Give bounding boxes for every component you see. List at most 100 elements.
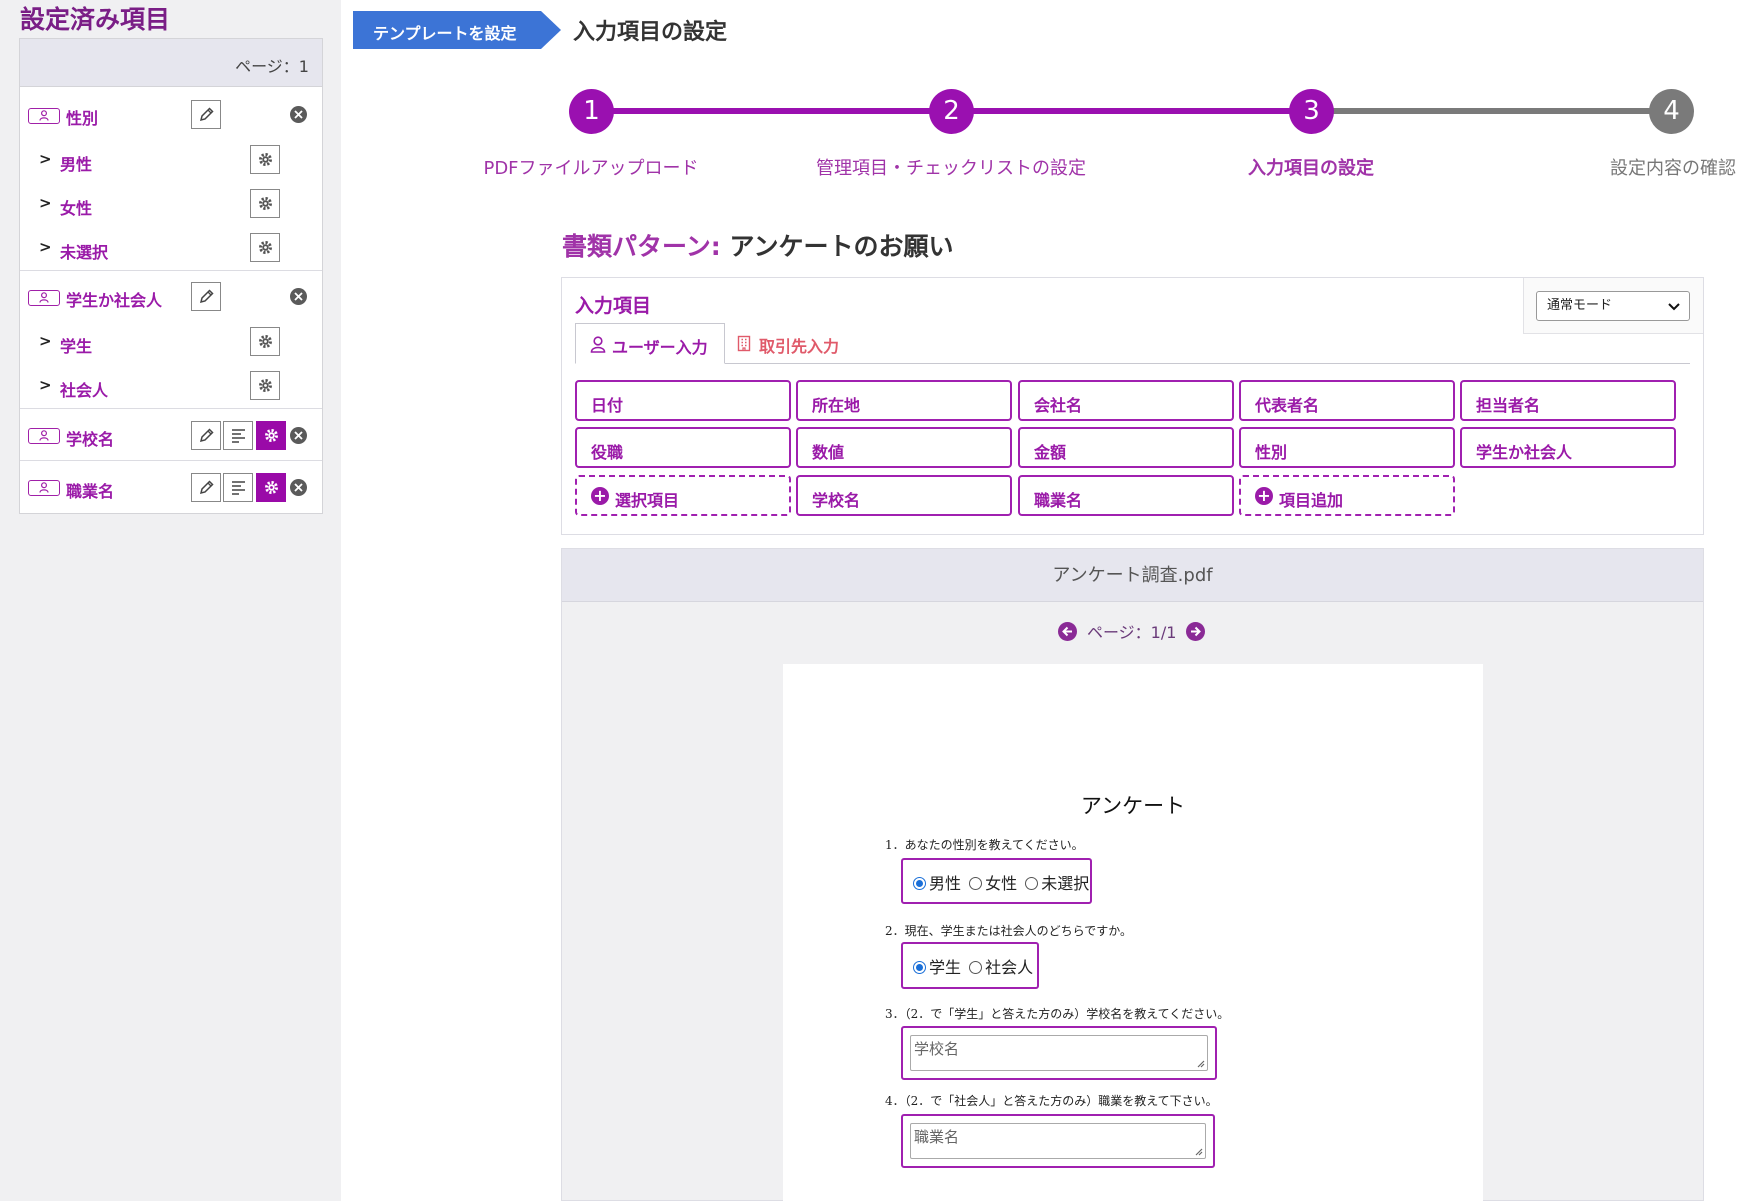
- gear-icon: [259, 197, 272, 210]
- occupation-textarea[interactable]: 職業名: [910, 1123, 1206, 1159]
- item-button-label: 担当者名: [1476, 396, 1541, 415]
- chevron-right-icon[interactable]: >: [39, 376, 52, 394]
- item-button-company[interactable]: 会社名: [1018, 380, 1234, 421]
- step-3-circle: 3: [1289, 89, 1334, 134]
- tab-label: ユーザー入力: [612, 338, 708, 357]
- item-button-address[interactable]: 所在地: [796, 380, 1012, 421]
- option-label: 男性: [60, 155, 93, 174]
- remove-icon[interactable]: [290, 427, 307, 444]
- student-or-worker-radio-group: 学生 社会人: [910, 954, 1033, 978]
- person-icon: [590, 336, 606, 353]
- config-group-label: 学校名: [66, 430, 115, 449]
- school-name-field[interactable]: 学校名: [901, 1026, 1217, 1080]
- chevron-right-icon[interactable]: >: [39, 194, 52, 212]
- radio-worker[interactable]: [969, 961, 983, 974]
- step-1-circle: 1: [569, 89, 614, 134]
- step-4-circle: 4: [1649, 89, 1694, 134]
- tab-partner-input[interactable]: 取引先入力: [737, 323, 857, 364]
- step-2-circle: 2: [929, 89, 974, 134]
- add-selection-item-button[interactable]: + 選択項目: [575, 475, 791, 516]
- document-pattern-value: アンケートのお願い: [729, 232, 954, 261]
- item-button-label: 役職: [591, 443, 624, 462]
- item-button-amount[interactable]: 金額: [1018, 427, 1234, 468]
- item-button-label: 学校名: [812, 491, 861, 510]
- text-format-button[interactable]: [223, 473, 253, 502]
- item-button-number[interactable]: 数値: [796, 427, 1012, 468]
- resize-grip-icon[interactable]: [1196, 1059, 1205, 1068]
- settings-button[interactable]: [256, 421, 286, 450]
- config-group-label: 学生か社会人: [66, 291, 163, 310]
- item-button-label: 項目追加: [1279, 491, 1344, 510]
- sidebar: 設定済み項目 ページ：1 性別 > 男性 > 女性 > 未選択 学生か社会人 >…: [0, 0, 341, 1201]
- chevron-down-icon: [1668, 303, 1680, 311]
- edit-button[interactable]: [191, 421, 221, 450]
- person-icon: [28, 480, 60, 496]
- option-settings-button[interactable]: [250, 327, 280, 356]
- radio-female[interactable]: [969, 877, 983, 890]
- option-settings-button[interactable]: [250, 189, 280, 218]
- item-button-representative[interactable]: 代表者名: [1239, 380, 1455, 421]
- pencil-icon: [199, 480, 214, 495]
- breadcrumb[interactable]: テンプレートを設定: [353, 11, 561, 49]
- tab-user-input[interactable]: ユーザー入力: [575, 323, 725, 364]
- radio-label: 女性: [985, 874, 1018, 893]
- item-button-person-in-charge[interactable]: 担当者名: [1460, 380, 1676, 421]
- radio-label: 未選択: [1041, 874, 1090, 893]
- chevron-right-icon[interactable]: >: [39, 238, 52, 256]
- edit-button[interactable]: [191, 282, 221, 311]
- tab-label: 取引先入力: [759, 337, 840, 356]
- mode-select[interactable]: 通常モード: [1536, 291, 1690, 321]
- text-format-button[interactable]: [223, 421, 253, 450]
- item-button-label: 日付: [591, 396, 624, 415]
- pdf-viewer: アンケート調査.pdf ページ：1/1 アンケート 1．あなたの性別を教えてくだ…: [561, 548, 1704, 1204]
- option-settings-button[interactable]: [250, 145, 280, 174]
- remove-icon[interactable]: [290, 288, 307, 305]
- school-name-placeholder: 学校名: [914, 1040, 960, 1058]
- resize-grip-icon[interactable]: [1194, 1147, 1203, 1156]
- person-icon: [28, 290, 60, 306]
- item-button-gender[interactable]: 性別: [1239, 427, 1455, 468]
- pdf-title: アンケート: [1080, 794, 1186, 818]
- item-button-label: 金額: [1034, 443, 1067, 462]
- item-button-label: 選択項目: [615, 491, 680, 510]
- person-icon: [28, 108, 60, 124]
- item-button-school-name[interactable]: 学校名: [796, 475, 1012, 516]
- gender-radio-group: 男性 女性 未選択: [910, 870, 1089, 894]
- item-button-label: 職業名: [1034, 491, 1083, 510]
- radio-student[interactable]: [913, 961, 926, 974]
- student-or-worker-field[interactable]: 学生 社会人: [901, 942, 1039, 989]
- pdf-filename: アンケート調査.pdf: [562, 549, 1703, 602]
- option-settings-button[interactable]: [250, 371, 280, 400]
- remove-icon[interactable]: [290, 479, 307, 496]
- occupation-field[interactable]: 職業名: [901, 1114, 1215, 1168]
- radio-unselected[interactable]: [1025, 877, 1039, 890]
- school-name-textarea[interactable]: 学校名: [910, 1035, 1208, 1071]
- add-item-button[interactable]: + 項目追加: [1239, 475, 1455, 516]
- chevron-right-icon[interactable]: >: [39, 150, 52, 168]
- input-items-panel: 入力項目 通常モード ユーザー入力 取引先入力 日付 所在地 会社名 代表者名 …: [561, 277, 1704, 535]
- item-button-occupation[interactable]: 職業名: [1018, 475, 1234, 516]
- item-button-title[interactable]: 役職: [575, 427, 791, 468]
- edit-button[interactable]: [191, 100, 221, 129]
- sidebar-page-label: ページ：1: [235, 57, 309, 76]
- step-2-label: 管理項目・チェックリストの設定: [816, 158, 1086, 179]
- prev-page-icon[interactable]: [1058, 622, 1077, 641]
- radio-male[interactable]: [913, 877, 926, 890]
- option-settings-button[interactable]: [250, 233, 280, 262]
- sidebar-title: 設定済み項目: [20, 5, 171, 34]
- next-page-icon[interactable]: [1186, 622, 1205, 641]
- chevron-right-icon[interactable]: >: [39, 332, 52, 350]
- option-label: 学生: [60, 337, 93, 356]
- settings-button[interactable]: [256, 473, 286, 502]
- item-button-student-or-worker[interactable]: 学生か社会人: [1460, 427, 1676, 468]
- radio-label: 学生: [929, 958, 962, 977]
- edit-button[interactable]: [191, 473, 221, 502]
- step-4-label: 設定内容の確認: [1610, 158, 1736, 179]
- mode-select-value: 通常モード: [1547, 298, 1613, 313]
- gender-field[interactable]: 男性 女性 未選択: [901, 858, 1092, 904]
- pencil-icon: [199, 289, 214, 304]
- gear-icon: [259, 335, 272, 348]
- item-button-date[interactable]: 日付: [575, 380, 791, 421]
- radio-label: 社会人: [985, 958, 1034, 977]
- remove-icon[interactable]: [290, 106, 307, 123]
